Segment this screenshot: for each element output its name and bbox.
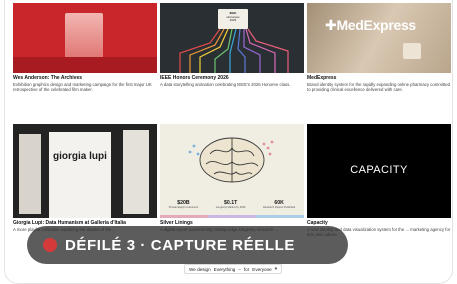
capture-banner: DÉFILÉ 3 · CAPTURE RÉELLE — [27, 226, 348, 264]
plate-line: 2026 — [229, 18, 237, 23]
filter-audience-select[interactable]: Everyone — [252, 267, 271, 272]
project-card-capacity[interactable]: CAPACITY Capacity A new identity and dat… — [307, 124, 451, 238]
banner-label: DÉFILÉ 3 · CAPTURE RÉELLE — [65, 237, 296, 254]
chevron-down-icon[interactable]: ▾ — [275, 266, 277, 272]
project-thumbnail[interactable]: CAPACITY — [307, 124, 451, 218]
project-thumbnail[interactable]: giorgia lupi — [13, 124, 157, 218]
brain-illustration — [188, 137, 274, 183]
card-description: Exhibition graphics design and marketing… — [13, 82, 152, 93]
cross-icon: ✚ — [325, 17, 337, 33]
card-title[interactable]: Wes Anderson: The Archives — [13, 75, 157, 81]
card-title[interactable]: MedExpress — [307, 75, 451, 81]
exhibit-floor — [13, 57, 157, 73]
stat-label: Longevity Market by 2030 — [215, 206, 246, 209]
project-card-wes-anderson[interactable]: Wes Anderson: The Archives Exhibition gr… — [13, 3, 157, 93]
card-description: A data storytelling animation celebratin… — [160, 82, 291, 87]
stat-item: $0.1T Longevity Market by 2030 — [216, 200, 246, 209]
project-thumbnail[interactable] — [13, 3, 157, 73]
record-dot-icon — [43, 238, 57, 252]
project-thumbnail[interactable]: $20B Private Equity Investment $0.1T Longe… — [160, 124, 304, 218]
stats-row: $20B Private Equity Investment $0.1T Longe… — [160, 200, 304, 209]
project-card-ieee[interactable]: IEEE Honorees 2026 IEEE Honors Ceremony … — [160, 3, 304, 87]
filter-lead-text: We design — [189, 266, 211, 272]
medexpress-logo: ✚MedExpress — [325, 17, 416, 34]
honorees-plate: IEEE Honorees 2026 — [218, 9, 248, 29]
exhibit-name: giorgia lupi — [53, 151, 107, 162]
kitchen-photo — [307, 3, 451, 73]
project-card-medexpress[interactable]: ✚MedExpress MedExpress Brand identity sy… — [307, 3, 451, 93]
filter-for-text: for — [243, 266, 250, 272]
capacity-wordmark: CAPACITY — [350, 164, 408, 176]
project-card-giorgia-lupi[interactable]: giorgia lupi Giorgia Lupi: Data Humanism… — [13, 124, 157, 232]
card-description: Brand identity system for the rapidly ex… — [307, 82, 451, 93]
filter-discipline-select[interactable]: Everything — [214, 267, 236, 272]
project-thumbnail[interactable]: IEEE Honorees 2026 — [160, 3, 304, 73]
gallery-wall-center: giorgia lupi — [49, 132, 111, 218]
filter-bar[interactable]: We design Everything – for Everyone ▾ — [184, 264, 283, 274]
mug-graphic — [403, 43, 421, 59]
project-card-silver-linings[interactable]: $20B Private Equity Investment $0.1T Longe… — [160, 124, 304, 232]
stat-label: Private Equity Investment — [168, 206, 199, 209]
logo-text: MedExpress — [336, 17, 416, 33]
filter-separator: – — [238, 266, 241, 272]
project-thumbnail[interactable]: ✚MedExpress — [307, 3, 451, 73]
color-strip — [160, 215, 304, 218]
card-title[interactable]: IEEE Honors Ceremony 2026 — [160, 75, 304, 81]
stat-item: $20B Private Equity Investment — [169, 200, 198, 209]
gallery-wall-right — [123, 130, 149, 214]
stat-item: 60K Research Papers Published — [263, 200, 295, 209]
stat-label: Research Papers Published — [263, 206, 296, 209]
gallery-wall-left — [19, 134, 41, 214]
